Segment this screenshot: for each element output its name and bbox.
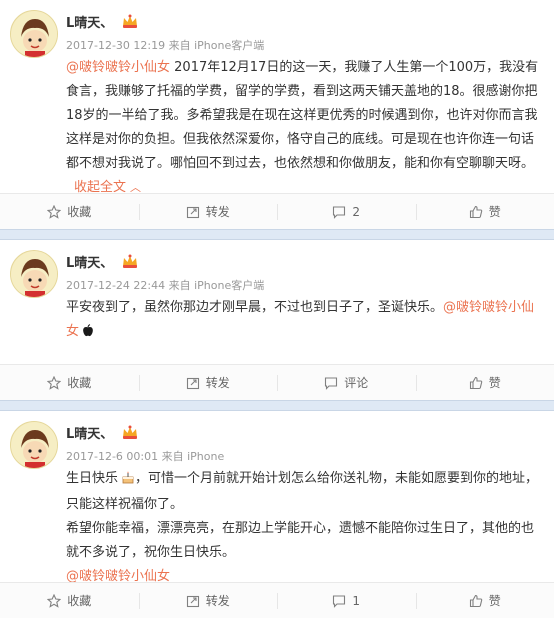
- post-text: 2017年12月17日的这一天，我赚了人生第一个100万，我没有食言，我赚够了托…: [66, 60, 539, 171]
- like-button[interactable]: 赞: [415, 194, 554, 229]
- weibo-feed: L晴天、 2017-12-30 12:19 来自 iPhone客户端 @啵铃啵铃…: [0, 0, 554, 618]
- vip-badge-icon[interactable]: [121, 13, 139, 29]
- post-content: @啵铃啵铃小仙女 2017年12月17日的这一天，我赚了人生第一个100万，我没…: [66, 56, 542, 200]
- vip-badge-icon[interactable]: [121, 424, 139, 440]
- avatar[interactable]: [10, 250, 58, 298]
- favorite-label: 收藏: [67, 594, 92, 608]
- apple-icon: [82, 322, 94, 346]
- repost-button[interactable]: 转发: [138, 365, 278, 400]
- star-icon: [47, 593, 62, 608]
- action-bar: 收藏 转发 1 赞: [0, 582, 554, 618]
- vip-badge-icon[interactable]: [121, 253, 139, 269]
- comment-label: 评论: [344, 376, 369, 390]
- thumbs-up-icon: [469, 594, 482, 607]
- repost-icon: [186, 595, 199, 607]
- post-meta: 2017-12-24 22:44 来自 iPhone客户端: [66, 279, 265, 292]
- repost-icon: [186, 206, 199, 218]
- like-label: 赞: [488, 594, 501, 608]
- post-paragraph: 生日快乐 ，可惜一个月前就开始计划怎么给你送礼物，未能如愿要到你的地址，只能这样祝…: [66, 467, 542, 517]
- post-text: 生日快乐: [66, 471, 119, 486]
- post: L晴天、 2017-12-24 22:44 来自 iPhone客户端 平安夜到了…: [0, 240, 554, 400]
- post-header: L晴天、 2017-12-6 00:01 来自 iPhone: [66, 423, 544, 464]
- post-text: 平安夜到了，虽然你那边才刚早晨，不过也到日子了，圣诞快乐。: [66, 300, 444, 315]
- favorite-button[interactable]: 收藏: [0, 365, 139, 400]
- favorite-button[interactable]: 收藏: [0, 583, 139, 618]
- post-paragraph: 希望你能幸福，漂漂亮亮，在那边上学能开心，遗憾不能陪你过生日了，其他的也就不多说…: [66, 521, 535, 560]
- like-label: 赞: [488, 205, 501, 219]
- star-icon: [47, 204, 62, 219]
- action-bar: 收藏 转发 2 赞: [0, 193, 554, 229]
- username[interactable]: L晴天、: [66, 12, 113, 31]
- comment-count: 1: [352, 593, 361, 608]
- thumbs-up-icon: [469, 205, 482, 218]
- comment-button[interactable]: 评论: [277, 365, 416, 400]
- star-icon: [47, 375, 62, 390]
- repost-label: 转发: [205, 376, 230, 390]
- mention-link[interactable]: @啵铃啵铃小仙女: [66, 60, 170, 75]
- thumbs-up-icon: [469, 376, 482, 389]
- favorite-label: 收藏: [67, 205, 92, 219]
- post-text: ，可惜一个月前就开始计划怎么给你送礼物，未能如愿要到你的地址，只能这样祝福你了。: [66, 471, 539, 512]
- favorite-button[interactable]: 收藏: [0, 194, 139, 229]
- post-header: L晴天、 2017-12-30 12:19 来自 iPhone客户端: [66, 12, 544, 53]
- comment-button[interactable]: 2: [277, 194, 416, 229]
- comment-button[interactable]: 1: [277, 583, 416, 618]
- post: L晴天、 2017-12-30 12:19 来自 iPhone客户端 @啵铃啵铃…: [0, 0, 554, 229]
- repost-label: 转发: [205, 205, 230, 219]
- cake-icon: [121, 469, 135, 493]
- comment-count: 2: [352, 204, 361, 219]
- avatar[interactable]: [10, 421, 58, 469]
- comment-icon: [325, 376, 338, 390]
- post-header: L晴天、 2017-12-24 22:44 来自 iPhone客户端: [66, 252, 544, 293]
- post-meta: 2017-12-6 00:01 来自 iPhone: [66, 450, 225, 463]
- feed-separator: [0, 229, 554, 240]
- post-meta: 2017-12-30 12:19 来自 iPhone客户端: [66, 39, 265, 52]
- like-button[interactable]: 赞: [415, 583, 554, 618]
- favorite-label: 收藏: [67, 376, 92, 390]
- repost-icon: [186, 377, 199, 389]
- post-content: 生日快乐 ，可惜一个月前就开始计划怎么给你送礼物，未能如愿要到你的地址，只能这样祝…: [66, 467, 542, 589]
- post: L晴天、 2017-12-6 00:01 来自 iPhone 生日快乐 ，可惜一个…: [0, 411, 554, 618]
- repost-button[interactable]: 转发: [138, 194, 278, 229]
- repost-label: 转发: [205, 594, 230, 608]
- like-button[interactable]: 赞: [415, 365, 554, 400]
- avatar[interactable]: [10, 10, 58, 58]
- comment-icon: [333, 594, 346, 608]
- repost-button[interactable]: 转发: [138, 583, 278, 618]
- feed-separator: [0, 400, 554, 411]
- post-content: 平安夜到了，虽然你那边才刚早晨，不过也到日子了，圣诞快乐。@啵铃啵铃小仙女: [66, 296, 542, 346]
- like-label: 赞: [488, 376, 501, 390]
- username[interactable]: L晴天、: [66, 252, 113, 271]
- action-bar: 收藏 转发 评论 赞: [0, 364, 554, 400]
- username[interactable]: L晴天、: [66, 423, 113, 442]
- comment-icon: [333, 205, 346, 219]
